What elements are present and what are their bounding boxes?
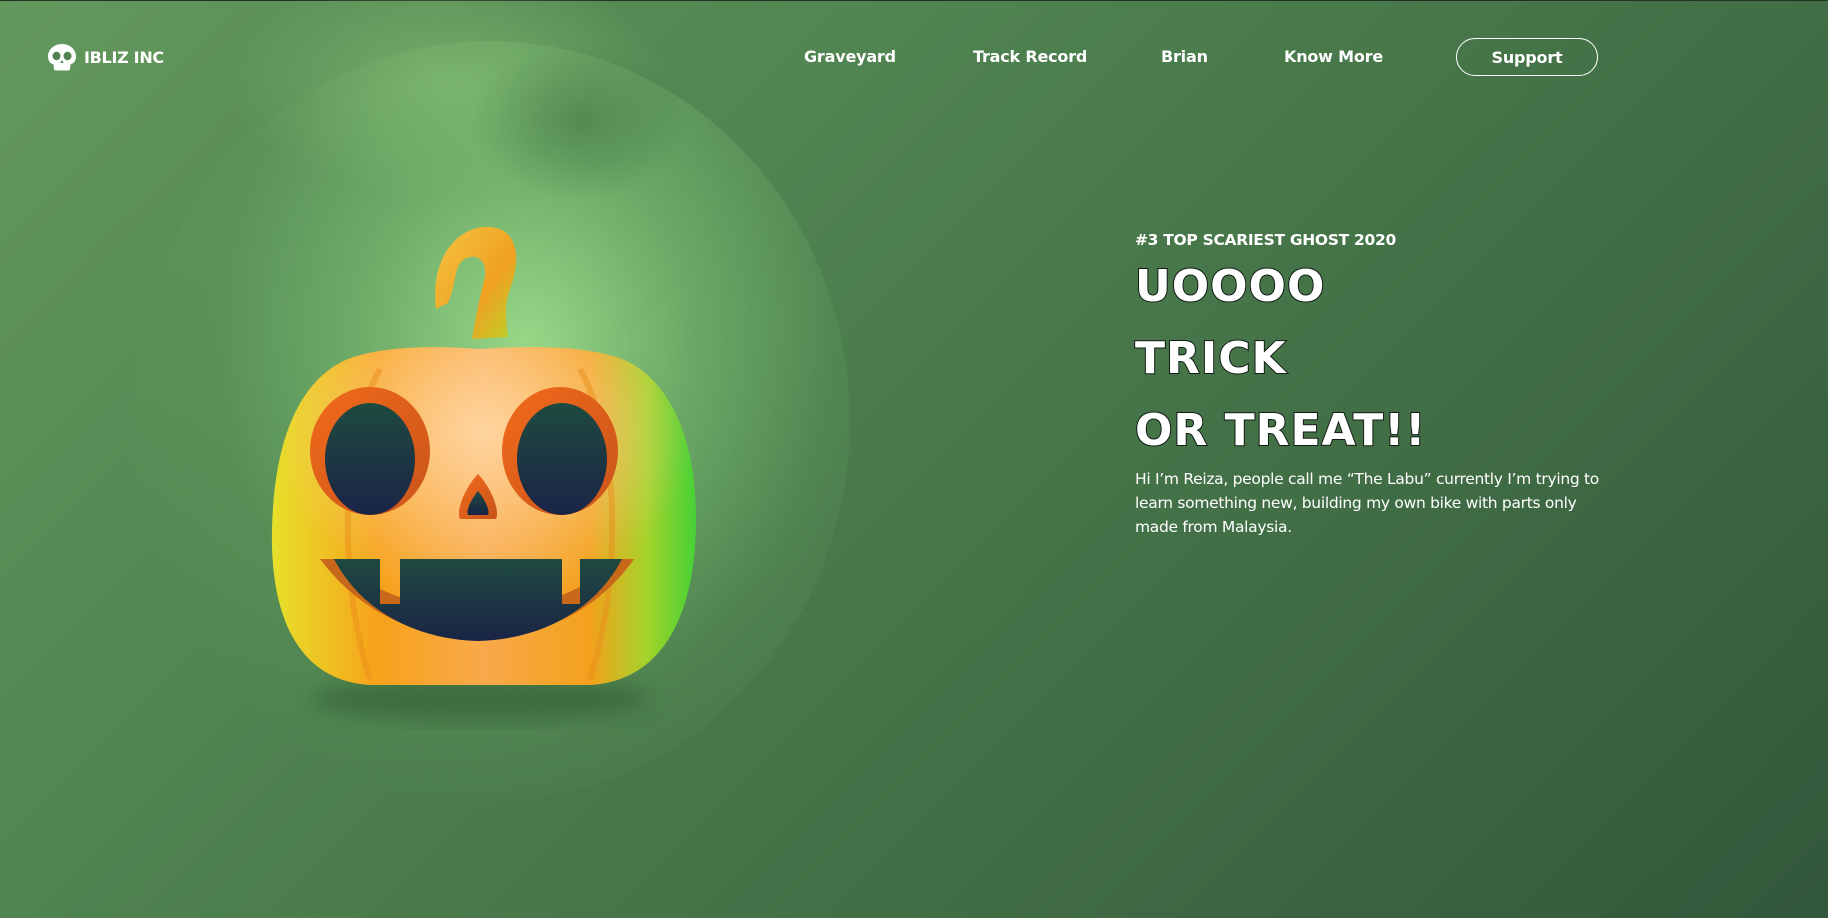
nav-item-know-more[interactable]: Know More <box>1284 47 1383 66</box>
hero-headline: UOOOO TRICK OR TREAT!! <box>1134 251 1605 467</box>
background-smoke <box>230 0 670 201</box>
hero-description: Hi I’m Reiza, people call me “The Labu” … <box>1135 470 1599 536</box>
nav-item-brian[interactable]: Brian <box>1161 47 1208 66</box>
background-shadow <box>470 41 690 201</box>
headline-line-2: TRICK <box>1134 332 1287 385</box>
headline-line-1: UOOOO <box>1134 260 1326 313</box>
support-button[interactable]: Support <box>1456 38 1598 76</box>
skull-icon <box>47 43 77 71</box>
hero-eyebrow: #3 TOP SCARIEST GHOST 2020 <box>1135 231 1396 249</box>
nav-item-track-record[interactable]: Track Record <box>973 47 1087 66</box>
brand-logo[interactable]: IBLIZ INC <box>47 43 164 71</box>
nav-item-graveyard[interactable]: Graveyard <box>804 47 896 66</box>
jack-o-lantern-icon <box>260 219 700 739</box>
brand-name: IBLIZ INC <box>84 47 164 67</box>
hero-section: #3 TOP SCARIEST GHOST 2020 UOOOO TRICK O… <box>1134 231 1605 539</box>
headline-line-3: OR TREAT!! <box>1134 404 1427 457</box>
